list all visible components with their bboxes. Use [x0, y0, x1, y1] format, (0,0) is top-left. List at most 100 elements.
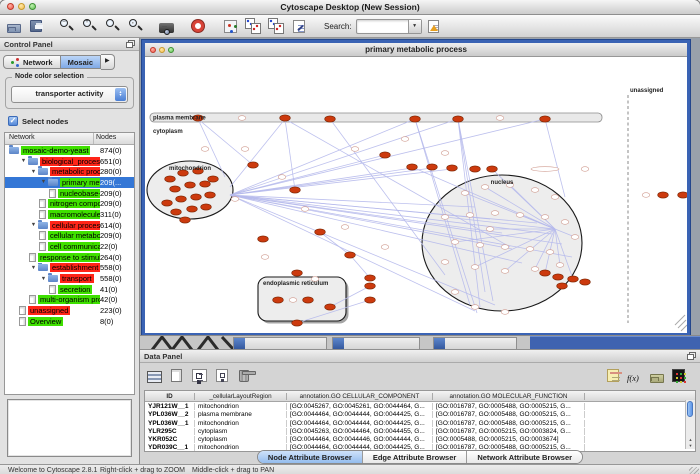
snapshot-icon[interactable]: [159, 23, 174, 33]
table-cell: mitochondrion: [195, 403, 287, 410]
zoom-out-icon[interactable]: [59, 18, 75, 34]
node-color-dropdown[interactable]: transporter activity ▲▼: [11, 86, 128, 103]
chevron-down-icon[interactable]: ▼: [408, 20, 421, 33]
column-header[interactable]: _cellularLayoutRegion: [195, 393, 287, 400]
background-window-fragment[interactable]: [233, 337, 327, 349]
column-header[interactable]: annotation.GO MOLECULAR_FUNCTION: [433, 393, 585, 400]
app-titlebar[interactable]: Cytoscape Desktop (New Session): [0, 0, 700, 15]
table-row[interactable]: YKR052Ccytoplasm[GO:0044464, GO:0044446,…: [145, 435, 695, 443]
column-header[interactable]: ID: [145, 393, 195, 400]
tree-row[interactable]: cell communicat22(0): [5, 241, 134, 252]
zoom-fit-icon[interactable]: [105, 18, 121, 34]
network-view-window[interactable]: primary metabolic process plasma membran…: [142, 40, 690, 335]
tree-row[interactable]: unassigned223(0): [5, 305, 134, 316]
open-icon[interactable]: [7, 24, 21, 33]
background-window-fragment[interactable]: [433, 337, 517, 349]
annotation-icon[interactable]: [293, 20, 305, 33]
expander-icon[interactable]: ▼: [29, 222, 38, 228]
scrollbar-thumb[interactable]: [687, 401, 693, 417]
table-row[interactable]: YPL036W__1mitochondrion[GO:0044464, GO:0…: [145, 419, 695, 427]
float-panel-icon[interactable]: [126, 40, 135, 48]
table-cell: [GO:0005488, GO:0005215, GO:0003674]: [433, 436, 585, 443]
tab-network[interactable]: Network: [3, 55, 61, 69]
zoom-sel-icon[interactable]: [128, 18, 144, 34]
birdseye-view[interactable]: [7, 399, 132, 457]
tree-row[interactable]: ▼biological_process651(0): [5, 156, 134, 167]
stepper-icon[interactable]: ▲▼: [115, 88, 126, 101]
resize-grip[interactable]: [689, 467, 699, 474]
table-row[interactable]: YLR295Ccytoplasm[GO:0045263, GO:0044464,…: [145, 427, 695, 435]
node-count: 264(0): [100, 253, 134, 262]
float-panel-icon[interactable]: [687, 352, 696, 360]
reindex-icon[interactable]: [428, 20, 439, 33]
tree-row[interactable]: ▼establishment of lo558(0): [5, 263, 134, 274]
tab-overflow-arrow-icon[interactable]: ▶: [101, 54, 115, 70]
map-edges-icon[interactable]: [268, 18, 284, 34]
folder-icon: [38, 222, 48, 229]
close-icon[interactable]: [7, 3, 14, 10]
matrix-icon[interactable]: [672, 369, 685, 382]
minimize-icon[interactable]: [159, 47, 165, 53]
expander-icon[interactable]: ▼: [29, 265, 38, 271]
tree-row[interactable]: ▼primary metabo209(...: [5, 177, 134, 188]
zoom-in-icon[interactable]: [82, 18, 98, 34]
select-attr-icon[interactable]: [192, 369, 207, 382]
data-panel-toolbar: [140, 362, 700, 389]
node-count: 311(0): [100, 210, 134, 219]
tree-row[interactable]: cellular metabo209(0): [5, 231, 134, 242]
search-input[interactable]: ▼: [356, 19, 422, 34]
table-row[interactable]: YJR121W__1mitochondrion[GO:0045267, GO:0…: [145, 402, 695, 410]
svg-text:unassigned: unassigned: [630, 88, 664, 94]
minimize-icon[interactable]: [18, 3, 25, 10]
new-network-icon[interactable]: [224, 20, 237, 33]
expander-icon[interactable]: ▼: [29, 169, 38, 175]
checkbox-checked-icon[interactable]: [8, 116, 18, 126]
tree-row[interactable]: multi-organism pro42(0): [5, 295, 134, 306]
zoom-icon[interactable]: [168, 47, 174, 53]
tree-row[interactable]: ▼transport558(0): [5, 273, 134, 284]
tree-row[interactable]: ▼cellular process614(0): [5, 220, 134, 231]
tab-node-attribute-browser[interactable]: Node Attribute Browser: [258, 451, 362, 463]
column-header[interactable]: annotation.GO CELLULAR_COMPONENT: [287, 393, 433, 400]
tree-row[interactable]: nitrogen compo209(0): [5, 198, 134, 209]
table-row[interactable]: YPL036W__2plasma membrane[GO:0044464, GO…: [145, 411, 695, 419]
tab-edge-attribute-browser[interactable]: Edge Attribute Browser: [362, 451, 466, 463]
attribute-table[interactable]: ID_cellularLayoutRegionannotation.GO CEL…: [144, 390, 696, 452]
new-attr-icon[interactable]: [171, 369, 182, 382]
scrollbar-arrows-icon[interactable]: ▲▼: [686, 437, 695, 449]
close-icon[interactable]: [150, 47, 156, 53]
expander-icon[interactable]: ▼: [39, 179, 48, 185]
zoom-icon[interactable]: [29, 3, 36, 10]
tree-row[interactable]: mosaic-demo-yeast874(0): [5, 145, 134, 156]
unselect-attr-icon[interactable]: [216, 369, 228, 382]
network-canvas[interactable]: plasma membranecytoplasmmitochondrionnuc…: [145, 57, 687, 333]
notepad-icon[interactable]: [607, 369, 619, 382]
tree-row[interactable]: secretion41(0): [5, 284, 134, 295]
trash-icon[interactable]: [239, 370, 249, 382]
control-panel: Control Panel NetworkMosaic▶ Node color …: [0, 38, 140, 464]
window-controls: [7, 3, 36, 10]
import-icon[interactable]: [650, 374, 664, 383]
file-icon: [49, 285, 56, 294]
tree-row[interactable]: Overview8(0): [5, 316, 134, 327]
tree-column-nodes[interactable]: Nodes: [94, 133, 134, 144]
app-title: Cytoscape Desktop (New Session): [0, 0, 700, 14]
tree-row[interactable]: ▼metabolic process280(0): [5, 166, 134, 177]
expander-icon[interactable]: ▼: [39, 276, 48, 282]
tab-network-attribute-browser[interactable]: Network Attribute Browser: [466, 451, 582, 463]
tree-row[interactable]: response to stimulu264(0): [5, 252, 134, 263]
help-icon[interactable]: [192, 20, 204, 32]
tree-column-network[interactable]: Network: [5, 133, 94, 144]
map-nodes-icon[interactable]: [245, 18, 261, 34]
tree-row[interactable]: nucleobase-209(0): [5, 188, 134, 199]
expander-icon[interactable]: ▼: [19, 158, 28, 164]
network-window-titlebar[interactable]: primary metabolic process: [145, 43, 687, 57]
table-scrollbar[interactable]: ▲▼: [685, 400, 695, 449]
save-icon[interactable]: [30, 20, 42, 32]
tree-row[interactable]: macromolecule311(0): [5, 209, 134, 220]
background-window-fragment[interactable]: [332, 337, 420, 349]
cytoscape-app: Cytoscape Desktop (New Session) Search: …: [0, 0, 700, 474]
attr-table-icon[interactable]: [147, 371, 162, 383]
tab-mosaic[interactable]: Mosaic: [61, 55, 101, 69]
fx-icon[interactable]: [627, 368, 644, 384]
